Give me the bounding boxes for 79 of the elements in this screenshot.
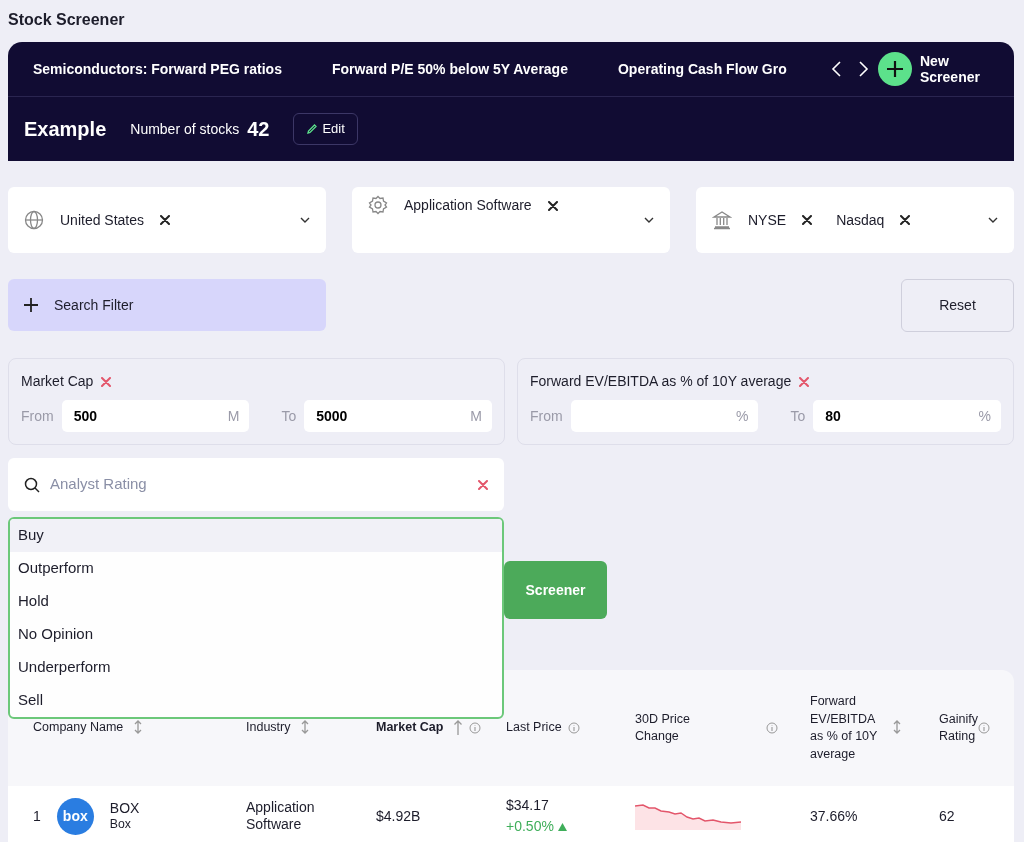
column-header[interactable]: Last Price (506, 719, 562, 737)
unit-label: M (227, 406, 240, 426)
field-input[interactable]: 80 (823, 404, 979, 428)
sort-icon[interactable] (892, 720, 902, 736)
chip-label: Application Software (404, 196, 532, 215)
edit-button[interactable]: Edit (293, 113, 358, 145)
sort-up-icon[interactable] (453, 720, 464, 736)
chevron-down-icon[interactable] (644, 217, 654, 223)
chevron-right-icon[interactable] (856, 60, 870, 78)
filter-label: Market Cap (21, 372, 94, 391)
search-icon (24, 476, 40, 493)
sort-icon[interactable] (300, 720, 311, 736)
rank-cell-text: 1 (33, 806, 41, 826)
pencil-icon (306, 123, 319, 135)
new-screener-button[interactable]: New Screener (920, 52, 990, 86)
table-cell-text: 62 (939, 806, 956, 826)
price-text: $34.17 (506, 796, 550, 814)
chip-label: United States (60, 210, 145, 230)
reset-button[interactable]: Reset (901, 279, 1014, 332)
search-field[interactable]: Analyst Rating (8, 458, 504, 511)
screener-tab[interactable]: Forward P/E 50% below 5Y Average (331, 58, 568, 80)
company-name: Box (109, 817, 132, 833)
column-header[interactable]: Forward EV/EBITDA as % of 10Y average (810, 693, 882, 763)
search-filter-button[interactable]: Search Filter (8, 279, 326, 331)
change-text: +0.50% (506, 818, 554, 836)
range-label: To (281, 406, 297, 426)
bank-icon (712, 210, 732, 230)
filter-label: Forward EV/EBITDA as % of 10Y average (530, 372, 792, 391)
table-cell-text: $4.92B (376, 806, 422, 826)
screener-tab[interactable]: Semiconductors: Forward PEG ratios (33, 58, 282, 80)
column-header[interactable]: Industry (246, 719, 291, 737)
chevron-down-icon[interactable] (988, 217, 998, 223)
field-input[interactable]: 5000 (314, 404, 471, 428)
column-header[interactable]: Market Cap (376, 719, 444, 737)
close-icon[interactable] (900, 215, 911, 225)
plus-icon (24, 298, 38, 312)
ticker-text: BOX (109, 799, 140, 818)
up-arrow-icon (557, 822, 567, 831)
number-field[interactable]: 5000 M (304, 400, 492, 432)
chevron-down-icon[interactable] (300, 217, 310, 223)
close-icon[interactable] (160, 215, 171, 225)
chip-label: Nasdaq (836, 210, 885, 230)
chevron-left-icon[interactable] (830, 60, 844, 78)
close-icon[interactable] (802, 215, 813, 225)
unit-label: M (470, 406, 482, 426)
dropdown-option[interactable]: Underperform (10, 651, 502, 684)
dropdown-option[interactable]: Outperform (10, 552, 502, 585)
unit-label: % (736, 406, 749, 426)
plus-icon[interactable] (878, 52, 912, 86)
sort-icon[interactable] (133, 720, 144, 736)
dropdown-option[interactable]: Hold (10, 585, 502, 618)
column-header[interactable]: 30D Price Change (635, 710, 715, 746)
column-header[interactable]: Company Name (33, 719, 124, 737)
table-cell-text: Application Software (246, 798, 316, 834)
globe-icon (24, 210, 44, 230)
dropdown-option[interactable]: Buy (10, 519, 502, 552)
field-input[interactable]: 500 (71, 404, 228, 428)
screener-tab[interactable]: Operating Cash Flow Gro (617, 58, 787, 80)
dropdown-select[interactable]: United States (8, 187, 326, 253)
range-label: To (790, 406, 806, 426)
number-field[interactable]: 80 % (813, 400, 1001, 432)
table-cell-text: 37.66% (810, 806, 859, 826)
page-title: Stock Screener (7, 10, 126, 30)
screener-name: Example (24, 117, 107, 142)
range-label: From (530, 406, 563, 426)
dropdown-option[interactable]: No Opinion (10, 618, 502, 651)
dropdown-option[interactable]: Sell (10, 684, 502, 717)
dropdown-select[interactable]: Application Software (352, 187, 670, 253)
company-logo: box (56, 797, 94, 835)
number-field[interactable]: 500 M (61, 400, 250, 432)
gear-icon (368, 195, 388, 215)
dropdown-select[interactable]: NYSE Nasdaq (696, 187, 1014, 253)
close-icon[interactable] (547, 200, 558, 211)
chip-label: NYSE (748, 210, 787, 230)
range-label: From (21, 406, 54, 426)
column-header[interactable]: Gainify Rating (939, 710, 978, 746)
count-label: Number of stocks (130, 119, 240, 139)
unit-label: % (978, 406, 991, 426)
stock-count: 42 (247, 117, 270, 142)
